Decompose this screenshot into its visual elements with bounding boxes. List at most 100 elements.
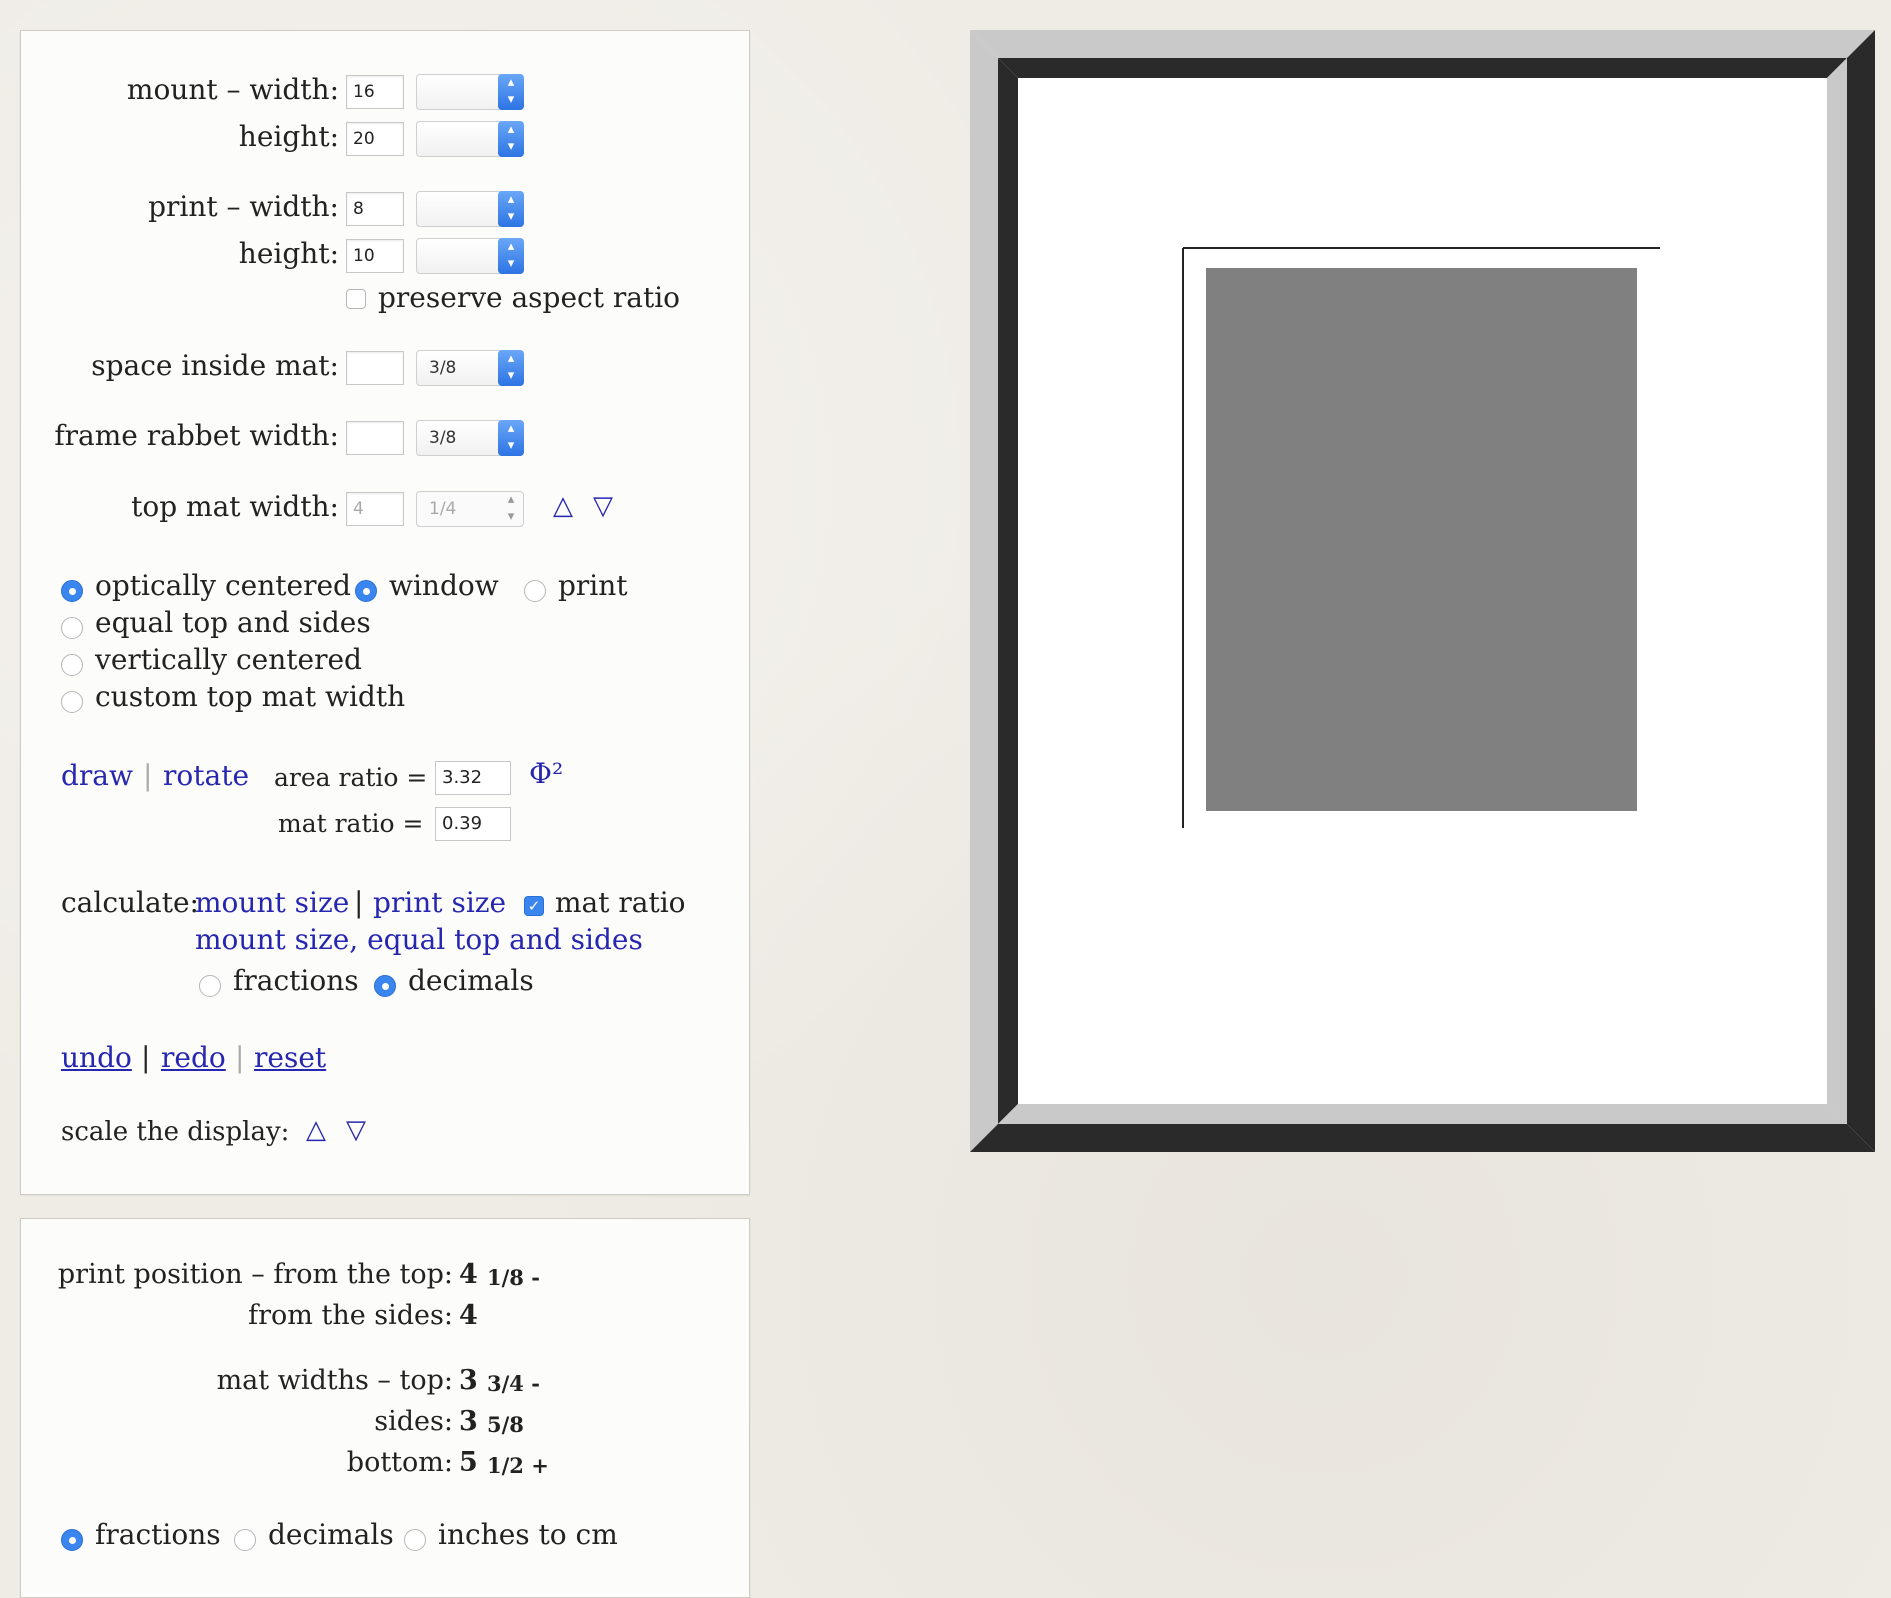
chevron-updown-icon: ▴ ▾ bbox=[498, 350, 524, 386]
scale-up-icon[interactable]: △ bbox=[306, 1115, 326, 1145]
mat-ratio-value: 0.39 bbox=[435, 807, 511, 841]
print-position-top-whole: 4 bbox=[459, 1259, 478, 1290]
from-sides-whole: 4 bbox=[459, 1300, 478, 1331]
window-radio[interactable] bbox=[355, 580, 377, 602]
calc-mount-size-link[interactable]: mount size bbox=[195, 886, 349, 919]
optically-centered-radio[interactable] bbox=[61, 580, 83, 602]
redo-link[interactable]: redo bbox=[161, 1041, 226, 1074]
frame-inner-left bbox=[998, 58, 1018, 1124]
equal-top-sides-radio[interactable] bbox=[61, 617, 83, 639]
custom-top-mat-radio[interactable] bbox=[61, 691, 83, 713]
separator: | bbox=[235, 1041, 245, 1074]
mat-width-top-fraction: 3/4 - bbox=[487, 1371, 540, 1396]
scale-down-icon[interactable]: ▽ bbox=[346, 1115, 366, 1145]
frame-bottom-bevel bbox=[970, 1124, 1875, 1152]
calc-print-size-link[interactable]: print size bbox=[373, 886, 506, 919]
preserve-aspect-checkbox[interactable] bbox=[346, 289, 366, 309]
chevron-updown-icon: ▴ ▾ bbox=[498, 74, 524, 110]
mount-height-fraction-select[interactable]: ▴ ▾ bbox=[416, 121, 524, 157]
vertically-centered-label: vertically centered bbox=[95, 643, 362, 676]
frame-inner-top bbox=[998, 58, 1847, 78]
print-position-top-fraction: 1/8 - bbox=[487, 1265, 540, 1290]
optically-centered-label: optically centered bbox=[95, 569, 351, 602]
print-width-label: print – width: bbox=[148, 190, 339, 223]
controls-panel: mount – width: ▴▾ height: ▴▾ print – wid… bbox=[20, 30, 750, 1195]
mount-height-label: height: bbox=[238, 120, 339, 153]
top-mat-increase-icon[interactable]: △ bbox=[553, 491, 573, 521]
unit-cm-label: inches to cm bbox=[438, 1518, 618, 1551]
print-position-top-label: print position – from the top: bbox=[57, 1259, 453, 1290]
chevron-updown-icon: ▴ ▾ bbox=[498, 191, 524, 227]
from-sides-label: from the sides: bbox=[248, 1300, 453, 1331]
vertically-centered-radio[interactable] bbox=[61, 654, 83, 676]
unit-decimals-radio[interactable] bbox=[234, 1529, 256, 1551]
mat-width-top-whole: 3 bbox=[459, 1365, 478, 1396]
mat-width-sides-whole: 3 bbox=[459, 1406, 478, 1437]
area-ratio-value: 3.32 bbox=[435, 761, 511, 795]
space-inside-label: space inside mat: bbox=[91, 349, 339, 382]
mount-height-input[interactable] bbox=[346, 122, 404, 156]
mat-width-sides-label: sides: bbox=[374, 1406, 453, 1437]
frame-preview bbox=[970, 30, 1875, 1152]
calculate-label: calculate: bbox=[61, 886, 199, 919]
frame-inner-right bbox=[1827, 58, 1847, 1124]
frame-rabbet-input[interactable] bbox=[346, 421, 404, 455]
mat-width-sides-fraction: 5/8 bbox=[487, 1412, 524, 1437]
mat-ratio-checkbox[interactable]: ✓ bbox=[524, 896, 544, 916]
space-inside-input[interactable] bbox=[346, 351, 404, 385]
chevron-updown-icon: ▴ ▾ bbox=[498, 238, 524, 274]
mat-width-bottom-label: bottom: bbox=[346, 1447, 453, 1478]
rotate-link[interactable]: rotate bbox=[163, 759, 249, 792]
mat-width-top-label: mat widths – top: bbox=[216, 1365, 453, 1396]
frame-rabbet-label: frame rabbet width: bbox=[54, 419, 339, 452]
calc-decimals-label: decimals bbox=[408, 964, 534, 997]
calc-fractions-label: fractions bbox=[233, 964, 359, 997]
separator: | bbox=[143, 759, 153, 792]
print-height-fraction-select[interactable]: ▴ ▾ bbox=[416, 238, 524, 274]
mat-width-bottom-fraction: 1/2 + bbox=[487, 1453, 549, 1478]
print-width-fraction-select[interactable]: ▴ ▾ bbox=[416, 191, 524, 227]
space-inside-fraction-select[interactable]: 3/8 ▴ ▾ bbox=[416, 350, 524, 386]
unit-fractions-radio[interactable] bbox=[61, 1529, 83, 1551]
frame-inner-bottom bbox=[998, 1104, 1847, 1124]
preserve-aspect-label: preserve aspect ratio bbox=[378, 281, 681, 314]
draw-link[interactable]: draw bbox=[61, 759, 133, 792]
frame-drawing bbox=[970, 30, 1875, 1152]
results-panel: print position – from the top: 4 1/8 - f… bbox=[20, 1218, 750, 1598]
print-height-input[interactable] bbox=[346, 239, 404, 273]
frame-rabbet-fraction-select[interactable]: 3/8 ▴ ▾ bbox=[416, 420, 524, 456]
frame-top-bevel bbox=[970, 30, 1875, 58]
calc-mount-equal-link[interactable]: mount size, equal top and sides bbox=[195, 923, 643, 956]
separator: | bbox=[354, 886, 364, 919]
chevron-updown-icon: ▴ ▾ bbox=[507, 492, 515, 524]
reset-link[interactable]: reset bbox=[254, 1041, 326, 1074]
print-label: print bbox=[558, 569, 628, 602]
mount-width-input[interactable] bbox=[346, 75, 404, 109]
print-image bbox=[1206, 268, 1637, 811]
frame-right-bevel bbox=[1847, 30, 1875, 1152]
unit-decimals-label: decimals bbox=[268, 1518, 394, 1551]
top-mat-decrease-icon[interactable]: ▽ bbox=[593, 491, 613, 521]
chevron-updown-icon: ▴ ▾ bbox=[498, 121, 524, 157]
undo-link[interactable]: undo bbox=[61, 1041, 132, 1074]
calc-decimals-radio[interactable] bbox=[374, 975, 396, 997]
calc-fractions-radio[interactable] bbox=[199, 975, 221, 997]
top-mat-width-fraction-select[interactable]: 1/4 ▴ ▾ bbox=[416, 491, 524, 527]
top-mat-width-input[interactable] bbox=[346, 492, 404, 526]
phi-squared-link[interactable]: Φ² bbox=[529, 757, 563, 790]
mat-width-bottom-whole: 5 bbox=[459, 1447, 478, 1478]
custom-top-mat-label: custom top mat width bbox=[95, 680, 406, 713]
print-width-input[interactable] bbox=[346, 192, 404, 226]
mount-width-label: mount – width: bbox=[126, 73, 339, 106]
print-height-label: height: bbox=[238, 237, 339, 270]
print-radio[interactable] bbox=[524, 580, 546, 602]
equal-top-sides-label: equal top and sides bbox=[95, 606, 371, 639]
frame-left-bevel bbox=[970, 30, 998, 1152]
scale-display-label: scale the display: bbox=[61, 1117, 290, 1147]
area-ratio-label: area ratio = bbox=[274, 763, 428, 792]
unit-cm-radio[interactable] bbox=[404, 1529, 426, 1551]
mat-ratio-label: mat ratio = bbox=[278, 809, 424, 838]
chevron-updown-icon: ▴ ▾ bbox=[498, 420, 524, 456]
mount-width-fraction-select[interactable]: ▴ ▾ bbox=[416, 74, 524, 110]
separator: | bbox=[141, 1041, 151, 1074]
